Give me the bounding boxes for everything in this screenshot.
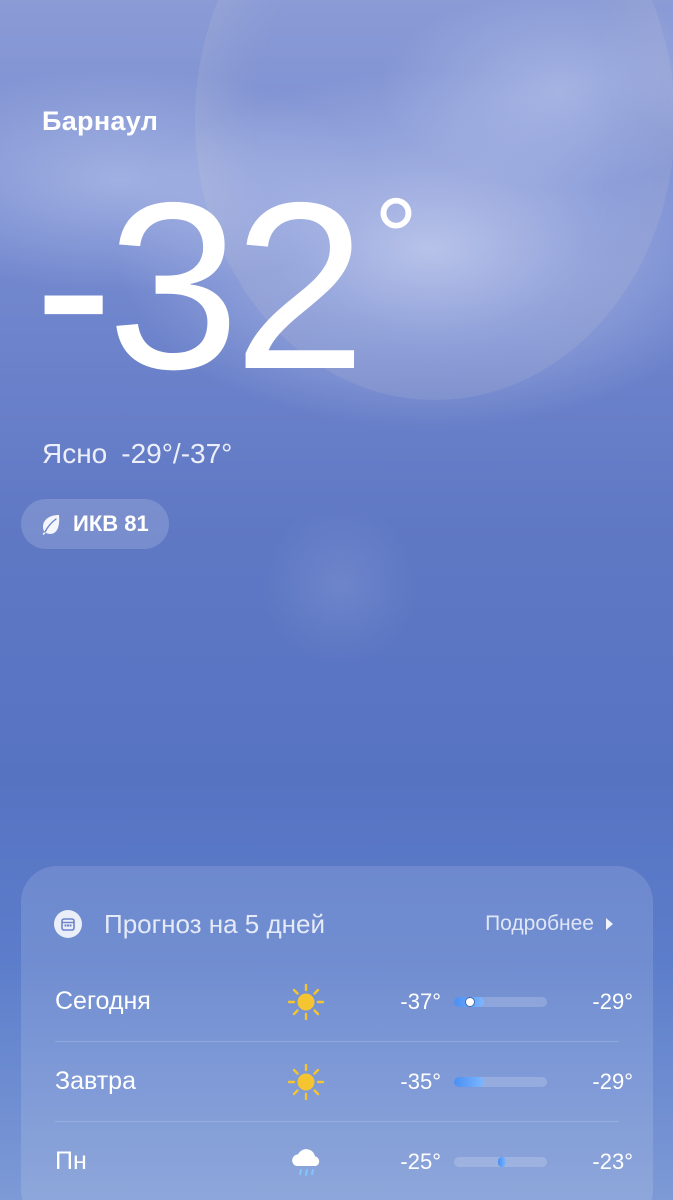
temperature-value: -32 <box>34 154 366 419</box>
leaf-icon <box>39 512 63 536</box>
forecast-row[interactable]: Сегодня -37° -29° <box>55 962 633 1041</box>
forecast-header: Прогноз на 5 дней Подробнее <box>54 906 613 942</box>
temperature-bar <box>454 997 547 1007</box>
temperature-bar-fill <box>454 1077 484 1087</box>
condition-text: Ясно <box>42 438 108 469</box>
chevron-right-icon <box>606 918 613 930</box>
condition-line: Ясно -29°/-37° <box>42 438 232 470</box>
sun-icon <box>286 982 326 1022</box>
forecast-card: Прогноз на 5 дней Подробнее Сегодня -37° -… <box>21 866 653 1200</box>
temperature-bar <box>454 1157 547 1167</box>
current-temp-marker <box>465 998 474 1006</box>
degree-symbol: ° <box>373 176 418 299</box>
forecast-low: -35° <box>400 1068 441 1094</box>
forecast-high: -23° <box>592 1148 633 1174</box>
forecast-day: Пн <box>55 1147 87 1175</box>
more-link[interactable]: Подробнее <box>485 912 613 936</box>
aqi-badge[interactable]: ИКВ 81 <box>21 499 169 549</box>
forecast-high: -29° <box>592 988 633 1014</box>
aqi-label: ИКВ 81 <box>73 511 149 536</box>
rain-cloud-icon <box>286 1142 326 1182</box>
current-temperature: -32 ° <box>34 154 418 419</box>
temperature-range: -29°/-37° <box>121 438 233 469</box>
temperature-bar-fill <box>497 1157 506 1167</box>
forecast-high: -29° <box>592 1068 633 1094</box>
forecast-list: Сегодня -37° -29° Завтра -35° -29° Пн -25° -23° <box>55 962 633 1200</box>
forecast-low: -25° <box>400 1148 441 1174</box>
city-name[interactable]: Барнаул <box>42 106 158 137</box>
forecast-day: Завтра <box>55 1067 136 1095</box>
forecast-row[interactable]: Завтра -35° -29° <box>55 1041 633 1121</box>
sun-icon <box>286 1062 326 1102</box>
forecast-low: -37° <box>400 988 441 1014</box>
calendar-icon <box>54 910 82 938</box>
forecast-row[interactable]: Пн -25° -23° <box>55 1121 633 1200</box>
more-label: Подробнее <box>485 912 594 935</box>
forecast-day: Сегодня <box>55 987 151 1015</box>
temperature-bar <box>454 1077 547 1087</box>
weather-screen: Барнаул -32 ° Ясно -29°/-37° ИКВ 81 Прог… <box>0 0 673 1200</box>
forecast-title: Прогноз на 5 дней <box>104 908 325 939</box>
